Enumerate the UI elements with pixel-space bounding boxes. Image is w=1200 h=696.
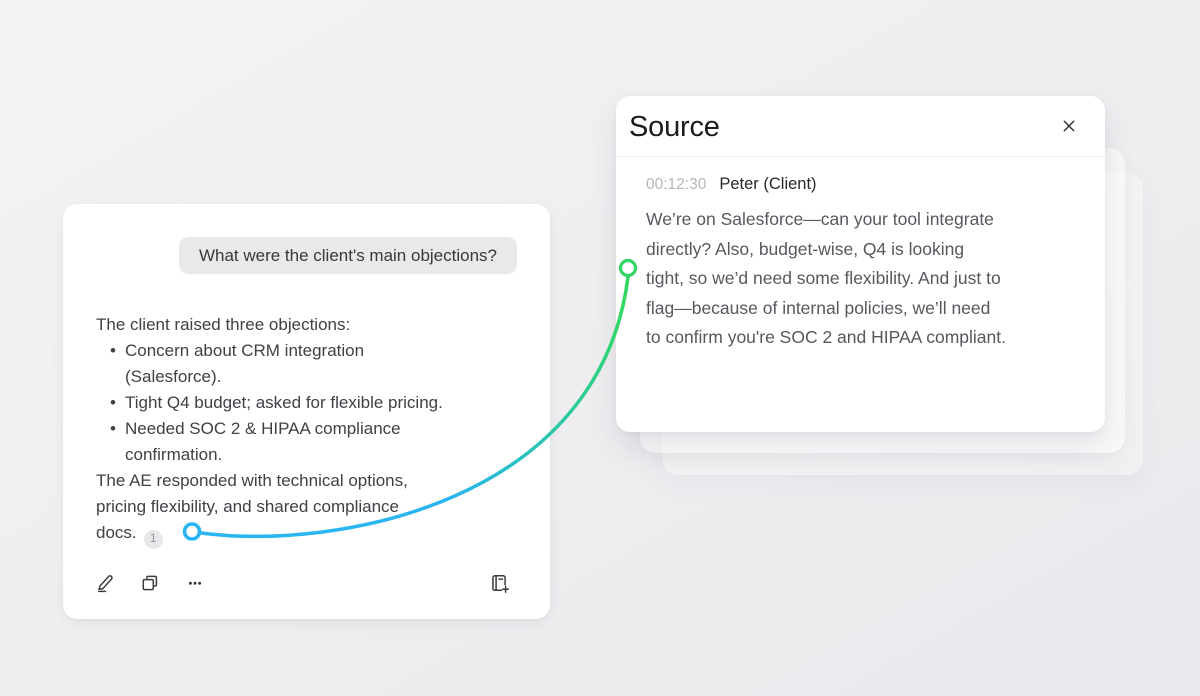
answer-intro: The client raised three objections:: [96, 312, 517, 338]
canvas: What were the client's main objections? …: [0, 0, 1200, 696]
copy-button[interactable]: [139, 572, 161, 594]
bullet-item: Needed SOC 2 & HIPAA compliance confirma…: [96, 416, 517, 468]
source-title: Source: [629, 110, 720, 144]
source-quote: We’re on Salesforce—can your tool integr…: [646, 205, 1075, 353]
ellipsis-icon: [184, 572, 206, 594]
source-panel: Source 00:12:30 Peter (Client) We’re on …: [616, 96, 1105, 432]
note-plus-icon: [488, 572, 510, 594]
edit-button[interactable]: [94, 572, 116, 594]
pencil-icon: [94, 572, 116, 594]
bullet-item: Concern about CRM integration (Salesforc…: [96, 338, 517, 390]
bullet-item: Tight Q4 budget; asked for flexible pric…: [96, 390, 517, 416]
citation-badge[interactable]: 1: [144, 530, 163, 549]
source-header: Source: [616, 96, 1105, 157]
timestamp: 00:12:30: [646, 176, 706, 194]
close-icon: [1062, 119, 1076, 136]
add-to-notes-button[interactable]: [488, 572, 510, 594]
close-button[interactable]: [1057, 115, 1081, 139]
question-text: What were the client's main objections?: [199, 246, 497, 265]
answer-toolbar: [94, 572, 510, 594]
source-meta: 00:12:30 Peter (Client): [646, 175, 1075, 194]
answer-card: What were the client's main objections? …: [63, 204, 550, 619]
speaker-name: Peter (Client): [719, 175, 816, 194]
more-button[interactable]: [184, 572, 206, 594]
copy-icon: [139, 572, 161, 594]
answer-outro-text: The AE responded with technical options,…: [96, 471, 408, 542]
question-bubble: What were the client's main objections?: [179, 237, 517, 274]
answer-outro: The AE responded with technical options,…: [96, 468, 517, 549]
answer-body: The client raised three objections: Conc…: [96, 312, 517, 549]
answer-bullet-list: Concern about CRM integration (Salesforc…: [96, 338, 517, 468]
